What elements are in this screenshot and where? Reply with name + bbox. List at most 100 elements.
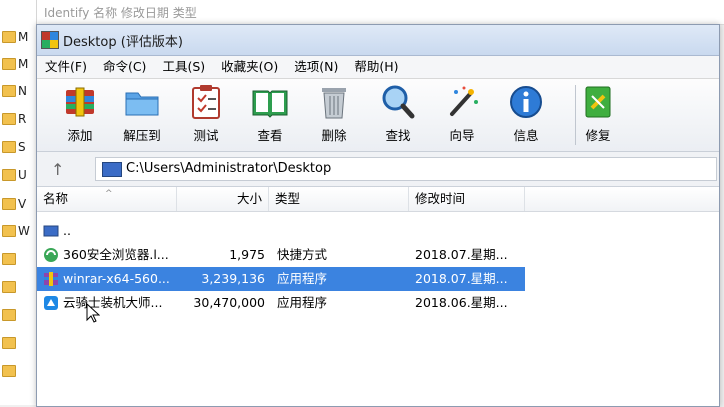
wizard-wand-icon xyxy=(443,83,481,121)
menu-file[interactable]: 文件(F) xyxy=(37,56,95,78)
file-type: 应用程序 xyxy=(277,271,328,286)
menu-bar: 文件(F) 命令(C) 工具(S) 收藏夹(O) 选项(N) 帮助(H) xyxy=(37,56,719,79)
list-header: 名称 ^ 大小 类型 修改时间 xyxy=(37,187,719,212)
background-tree-item[interactable]: U xyxy=(2,166,27,184)
test-clipboard-icon xyxy=(187,83,225,121)
background-explorer-header: Identify 名称 修改日期 类型 xyxy=(36,0,724,25)
info-label: 信息 xyxy=(513,128,539,143)
background-tree-item[interactable]: M xyxy=(2,28,28,46)
wizard-label: 向导 xyxy=(449,128,475,143)
mouse-cursor-icon xyxy=(86,303,100,323)
background-tree-item[interactable]: W xyxy=(2,222,30,240)
table-row[interactable]: .. xyxy=(37,219,719,243)
menu-options[interactable]: 选项(N) xyxy=(286,56,346,78)
background-explorer-tree: M M N R S U V W xyxy=(0,0,37,405)
menu-tools[interactable]: 工具(S) xyxy=(154,56,213,78)
delete-button[interactable]: 删除 xyxy=(305,83,363,147)
table-row[interactable]: 360安全浏览器.l... 1,975 快捷方式 2018.07.星期... xyxy=(37,243,719,267)
repair-button[interactable]: 修复 xyxy=(569,83,627,147)
extract-folder-icon xyxy=(123,83,161,121)
folder-icon xyxy=(2,169,16,181)
file-type: 快捷方式 xyxy=(277,247,328,262)
window-title: Desktop (评估版本) xyxy=(63,35,183,50)
address-bar: ↑ C:\Users\Administrator\Desktop xyxy=(37,152,719,187)
background-tree-item[interactable] xyxy=(2,334,18,352)
file-name: winrar-x64-560... xyxy=(63,271,170,286)
background-tree-item[interactable] xyxy=(2,250,18,268)
menu-help[interactable]: 帮助(H) xyxy=(346,56,406,78)
folder-icon xyxy=(2,253,16,265)
file-modified: 2018.07.星期... xyxy=(415,271,508,286)
menu-favorites[interactable]: 收藏夹(O) xyxy=(213,56,286,78)
folder-icon xyxy=(2,31,16,43)
background-tree-item[interactable] xyxy=(2,362,18,380)
wizard-button[interactable]: 向导 xyxy=(433,83,491,147)
background-tree-item[interactable]: R xyxy=(2,110,26,128)
sort-up-icon: ^ xyxy=(105,189,113,199)
toolbar: 添加 解压到 测试 查看 删除 查找 向导 信息 修复 xyxy=(37,79,719,152)
desktop-icon xyxy=(102,162,122,177)
file-size: 1,975 xyxy=(229,247,265,262)
delete-label: 删除 xyxy=(321,128,347,143)
parent-folder-icon xyxy=(43,225,59,237)
view-book-icon xyxy=(251,83,289,121)
title-bar[interactable]: Desktop (评估版本) xyxy=(37,25,719,56)
column-header-size[interactable]: 大小 xyxy=(177,187,269,211)
file-size: 3,239,136 xyxy=(201,271,265,286)
background-tree-item[interactable]: V xyxy=(2,195,26,213)
background-header-text: Identify 名称 修改日期 类型 xyxy=(44,6,197,20)
folder-icon xyxy=(2,225,16,237)
background-tree-item[interactable] xyxy=(2,278,18,296)
path-text: C:\Users\Administrator\Desktop xyxy=(126,161,332,176)
info-icon xyxy=(507,83,545,121)
repair-label: 修复 xyxy=(585,128,611,143)
file-name: 云骑士装机大师... xyxy=(63,295,163,310)
background-tree-item[interactable]: M xyxy=(2,55,28,73)
extract-to-label: 解压到 xyxy=(123,128,161,143)
find-label: 查找 xyxy=(385,128,411,143)
yunqishi-icon xyxy=(44,296,58,310)
file-list: 名称 ^ 大小 类型 修改时间 .. 360安全浏览器.l... 1,975 快… xyxy=(37,187,719,406)
folder-icon xyxy=(2,337,16,349)
background-tree-item[interactable]: N xyxy=(2,82,27,100)
view-button[interactable]: 查看 xyxy=(241,83,299,147)
test-button[interactable]: 测试 xyxy=(177,83,235,147)
file-type: 应用程序 xyxy=(277,295,328,310)
test-label: 测试 xyxy=(193,128,219,143)
find-button[interactable]: 查找 xyxy=(369,83,427,147)
magnifier-icon xyxy=(379,83,417,121)
add-archive-icon xyxy=(61,83,99,121)
table-row-selected[interactable]: winrar-x64-560... 3,239,136 应用程序 2018.07… xyxy=(37,267,719,291)
file-modified: 2018.07.星期... xyxy=(415,247,508,262)
folder-icon xyxy=(2,365,16,377)
repair-kit-icon xyxy=(579,83,617,121)
extract-to-button[interactable]: 解压到 xyxy=(113,83,171,147)
folder-icon xyxy=(2,281,16,293)
background-tree-item[interactable]: S xyxy=(2,138,26,156)
winrar-window: Desktop (评估版本) 文件(F) 命令(C) 工具(S) 收藏夹(O) … xyxy=(36,24,720,407)
add-button[interactable]: 添加 xyxy=(51,83,109,147)
file-size: 30,470,000 xyxy=(193,295,265,310)
file-name: 360安全浏览器.l... xyxy=(63,247,169,262)
info-button[interactable]: 信息 xyxy=(497,83,555,147)
file-name: .. xyxy=(63,223,71,238)
up-arrow-icon[interactable]: ↑ xyxy=(51,160,64,179)
path-field[interactable]: C:\Users\Administrator\Desktop xyxy=(95,157,717,181)
column-header-type[interactable]: 类型 xyxy=(269,187,409,211)
browser-360-icon xyxy=(44,248,58,262)
background-tree-item[interactable] xyxy=(2,306,18,324)
column-header-modified[interactable]: 修改时间 xyxy=(409,187,525,211)
folder-icon xyxy=(2,198,16,210)
view-label: 查看 xyxy=(257,128,283,143)
folder-icon xyxy=(2,58,16,70)
winrar-app-icon xyxy=(41,31,59,49)
table-row[interactable]: 云骑士装机大师... 30,470,000 应用程序 2018.06.星期... xyxy=(37,291,719,315)
folder-icon xyxy=(2,141,16,153)
winrar-icon xyxy=(44,272,58,286)
trash-icon xyxy=(315,83,353,121)
menu-commands[interactable]: 命令(C) xyxy=(95,56,154,78)
folder-icon xyxy=(2,85,16,97)
folder-icon xyxy=(2,113,16,125)
add-label: 添加 xyxy=(67,128,93,143)
file-modified: 2018.06.星期... xyxy=(415,295,508,310)
